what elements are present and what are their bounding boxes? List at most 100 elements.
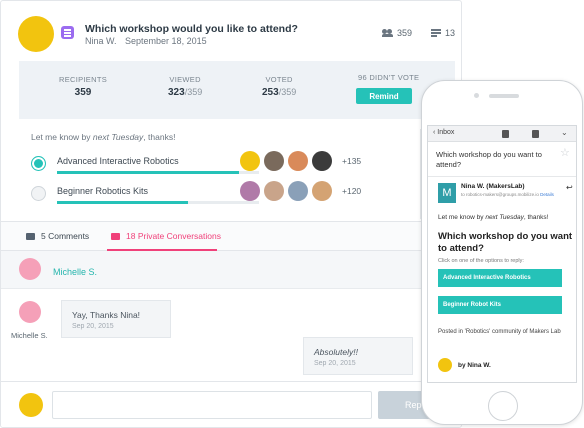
trash-icon[interactable] — [532, 130, 539, 138]
option-radio[interactable] — [31, 186, 46, 201]
email-prompt-prefix: Let me know by — [438, 214, 486, 221]
poll-prompt: Let me know by next Tuesday, thanks! — [31, 132, 175, 142]
star-icon[interactable]: ☆ — [560, 146, 570, 159]
email-prompt: Let me know by next Tuesday, thanks! — [438, 214, 548, 221]
stat-voted-label: VOTED — [265, 75, 293, 84]
voter-avatars — [240, 151, 332, 171]
comments-count: 13 — [445, 28, 456, 38]
email-question: Which workshop do you want to attend? — [438, 231, 573, 254]
author-avatar[interactable] — [18, 16, 54, 52]
message-date: Sep 20, 2015 — [72, 323, 114, 330]
divider — [428, 176, 576, 177]
tab-private-conversations[interactable]: 18 Private Conversations — [111, 231, 221, 241]
chevron-down-icon[interactable]: ⌄ — [561, 128, 568, 137]
remind-button[interactable]: Remind — [356, 88, 412, 104]
post-panel: Which workshop would you like to attend?… — [0, 0, 462, 428]
voter-avatar[interactable] — [240, 151, 260, 171]
email-posted-in: Posted in 'Robotics' community of Makers… — [438, 329, 561, 335]
stat-viewed: VIEWED 323/359 — [168, 75, 202, 98]
option-progress-track — [57, 201, 259, 204]
stat-viewed-value: 323/359 — [168, 87, 202, 98]
conversation-avatar[interactable] — [19, 258, 41, 280]
message-avatar[interactable] — [19, 301, 41, 323]
poll-option[interactable]: Advanced Interactive Robotics +135 — [31, 151, 421, 179]
post-question: Which workshop would you like to attend? — [85, 23, 298, 35]
stat-didnt-vote: 96 DIDN'T VOTE — [358, 73, 419, 82]
details-link[interactable]: Details — [540, 192, 554, 197]
voter-avatar[interactable] — [312, 181, 332, 201]
conversation-name[interactable]: Michelle S. — [53, 267, 97, 277]
tab-private-label: 18 Private Conversations — [126, 231, 221, 241]
voter-avatar[interactable] — [288, 151, 308, 171]
sender-avatar: M — [438, 183, 456, 203]
home-button[interactable] — [488, 391, 518, 421]
stat-recipients: RECIPIENTS 359 — [59, 75, 107, 98]
email-to-address: to robotics-makers@groups.mobilize.io — [461, 192, 539, 197]
email-prompt-deadline: next Tuesday — [485, 214, 524, 221]
message-text: Yay, Thanks Nina! — [72, 310, 141, 320]
poll-icon — [61, 26, 74, 39]
recipients-indicator[interactable]: 359 — [382, 28, 412, 38]
stats-bar: RECIPIENTS 359 VIEWED 323/359 VOTED 253/… — [19, 61, 455, 119]
phone-mockup: ‹ Inbox ⌄ Which workshop do you want to … — [421, 80, 583, 425]
message-bubble: Absolutely!! Sep 20, 2015 — [303, 337, 413, 375]
stat-voted: VOTED 253/359 — [262, 75, 296, 98]
email-by-line: by Nina W. — [458, 362, 491, 369]
voter-avatar[interactable] — [264, 181, 284, 201]
email-to: to robotics-makers@groups.mobilize.io De… — [461, 192, 573, 197]
message-text: Absolutely!! — [314, 347, 358, 357]
didnt-vote-label: 96 DIDN'T VOTE — [358, 73, 420, 82]
comments-indicator[interactable]: 13 — [431, 28, 455, 38]
archive-icon[interactable] — [502, 130, 509, 138]
poll-option[interactable]: Beginner Robotics Kits +120 — [31, 181, 421, 209]
voter-avatars — [240, 181, 332, 201]
people-icon — [382, 29, 393, 37]
stat-recipients-label: RECIPIENTS — [59, 75, 108, 84]
post-author[interactable]: Nina W. — [85, 36, 117, 46]
reply-icon[interactable]: ↩ — [566, 183, 573, 192]
prompt-suffix: , thanks! — [143, 132, 176, 142]
my-avatar — [19, 393, 43, 417]
email-option-button[interactable]: Beginner Robot Kits — [438, 296, 562, 314]
stat-viewed-label: VIEWED — [169, 75, 201, 84]
conversation-tabs: 5 Comments 18 Private Conversations — [1, 221, 461, 251]
option-progress-fill — [57, 171, 239, 174]
voter-avatar[interactable] — [264, 151, 284, 171]
voter-avatar[interactable] — [288, 181, 308, 201]
camera-dot — [474, 93, 479, 98]
stat-voted-value: 253/359 — [262, 87, 296, 98]
post-header: Which workshop would you like to attend?… — [1, 1, 461, 61]
more-voters-count[interactable]: +135 — [342, 156, 361, 166]
inbox-back-link[interactable]: ‹ Inbox — [433, 129, 454, 136]
screenshot-stage: Which workshop would you like to attend?… — [0, 0, 584, 428]
chat-icon — [111, 232, 120, 240]
tab-comments-label: 5 Comments — [41, 231, 90, 241]
post-meta: Nina W. September 18, 2015 — [85, 36, 213, 46]
email-click-hint: Click on one of the options to reply: — [438, 258, 524, 264]
option-progress-track — [57, 171, 259, 174]
email-prompt-suffix: , thanks! — [523, 214, 549, 221]
email-option-button[interactable]: Advanced Interactive Robotics — [438, 269, 562, 287]
voter-avatar[interactable] — [312, 151, 332, 171]
comment-lines-icon — [431, 29, 441, 37]
viewed-number: 323 — [168, 87, 185, 98]
email-toolbar: ‹ Inbox ⌄ — [428, 126, 576, 142]
recipients-count: 359 — [397, 28, 413, 38]
email-from: Nina W. (MakersLab) — [461, 183, 525, 190]
tab-comments[interactable]: 5 Comments — [26, 231, 89, 241]
prompt-prefix: Let me know by — [31, 132, 93, 142]
message-author: Michelle S. — [11, 331, 48, 340]
comment-icon — [26, 232, 35, 240]
prompt-deadline: next Tuesday — [92, 132, 144, 142]
option-label: Advanced Interactive Robotics — [57, 156, 179, 166]
email-author-avatar — [438, 358, 452, 372]
voter-avatar[interactable] — [240, 181, 260, 201]
reply-input[interactable] — [52, 391, 372, 419]
option-radio[interactable] — [31, 156, 46, 171]
option-progress-fill — [57, 201, 189, 204]
more-voters-count[interactable]: +120 — [342, 186, 361, 196]
option-label: Beginner Robotics Kits — [57, 186, 149, 196]
stat-recipients-value: 359 — [74, 87, 92, 98]
post-date: September 18, 2015 — [125, 36, 207, 46]
voted-total: /359 — [278, 87, 297, 97]
